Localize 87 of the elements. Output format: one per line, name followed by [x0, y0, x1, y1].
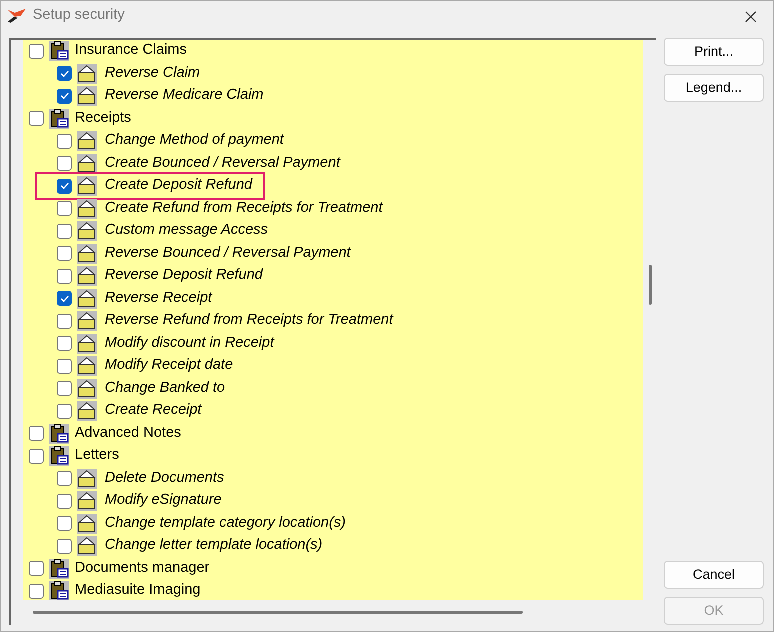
- tree-item[interactable]: Reverse Refund from Receipts for Treatment: [105, 310, 394, 332]
- tree-item[interactable]: Mediasuite Imaging: [75, 580, 201, 600]
- clipboard-icon: [49, 446, 69, 466]
- checkbox[interactable]: [57, 404, 72, 419]
- tree-item[interactable]: Advanced Notes: [75, 422, 182, 445]
- folder-icon: [77, 86, 97, 106]
- window-title: Setup security: [33, 6, 125, 26]
- checkbox[interactable]: [57, 88, 72, 104]
- clipboard-icon: [49, 41, 69, 62]
- tree-item[interactable]: Change template category location(s): [105, 512, 346, 535]
- folder-icon: [77, 491, 97, 512]
- checkbox[interactable]: [57, 66, 72, 82]
- folder-icon: [77, 334, 97, 354]
- checkbox[interactable]: [29, 561, 44, 576]
- folder-icon: [77, 64, 97, 84]
- folder-icon: [77, 536, 97, 556]
- checkbox[interactable]: [57, 156, 72, 172]
- folder-icon: [77, 198, 97, 219]
- tree-item[interactable]: Reverse Receipt: [105, 288, 212, 310]
- tree-item[interactable]: Letters: [75, 445, 120, 468]
- checkmark-icon: [60, 294, 70, 304]
- checkbox[interactable]: [29, 426, 44, 442]
- checkbox[interactable]: [29, 111, 44, 126]
- checkbox[interactable]: [57, 314, 72, 329]
- tree-item[interactable]: Change letter template location(s): [105, 535, 323, 558]
- checkbox[interactable]: [57, 134, 72, 149]
- folder-icon: [77, 401, 97, 422]
- checkbox[interactable]: [57, 201, 72, 216]
- checkbox[interactable]: [29, 44, 44, 59]
- checkmark-icon: [60, 181, 70, 192]
- horizontal-scrollbar-thumb[interactable]: [33, 611, 523, 614]
- folder-icon: [77, 356, 97, 376]
- folder-icon: [77, 311, 97, 332]
- checkbox[interactable]: [57, 494, 72, 509]
- close-icon: [745, 10, 757, 23]
- tree-item[interactable]: Create Deposit Refund: [105, 175, 252, 198]
- checkmark-icon: [60, 91, 70, 102]
- dialog-button[interactable]: Print...: [664, 38, 764, 66]
- tree-item[interactable]: Reverse Claim: [105, 62, 200, 85]
- clipboard-icon: [49, 108, 69, 129]
- tree-item[interactable]: Change Banked to: [105, 378, 226, 400]
- tree-item[interactable]: Create Refund from Receipts for Treatment: [105, 198, 383, 220]
- checkbox[interactable]: [57, 246, 72, 262]
- folder-icon: [77, 468, 97, 489]
- folder-icon: [77, 266, 97, 286]
- folder-icon: [77, 154, 97, 174]
- dialog-button[interactable]: Cancel: [664, 561, 764, 589]
- tree-item[interactable]: Create Bounced / Reversal Payment: [105, 152, 340, 175]
- checkbox[interactable]: [29, 448, 44, 464]
- tree-item[interactable]: Delete Documents: [105, 468, 224, 490]
- checkbox[interactable]: [57, 471, 72, 486]
- clipboard-icon: [49, 424, 69, 444]
- checkbox[interactable]: [57, 268, 72, 284]
- clipboard-icon: [49, 558, 69, 579]
- folder-icon: [77, 244, 97, 264]
- tree-item[interactable]: Receipts: [75, 108, 132, 130]
- tree-item[interactable]: Reverse Medicare Claim: [105, 85, 264, 108]
- checkbox[interactable]: [57, 224, 72, 239]
- checkbox[interactable]: [57, 538, 72, 554]
- vertical-scrollbar-thumb[interactable]: [649, 265, 652, 305]
- tree-item[interactable]: Insurance Claims: [75, 40, 188, 62]
- tree-item[interactable]: Reverse Bounced / Reversal Payment: [105, 242, 351, 265]
- clipboard-icon: [49, 581, 69, 600]
- app-logo-icon: [7, 8, 27, 24]
- dialog-button[interactable]: Legend...: [664, 74, 764, 102]
- checkbox[interactable]: [29, 584, 44, 599]
- tree-item[interactable]: Modify discount in Receipt: [105, 332, 274, 355]
- checkbox[interactable]: [57, 336, 72, 352]
- folder-icon: [77, 288, 97, 309]
- tree-item[interactable]: Documents manager: [75, 558, 210, 580]
- folder-icon: [77, 221, 97, 242]
- checkbox[interactable]: [57, 516, 72, 532]
- tree-item[interactable]: Change Method of payment: [105, 130, 284, 152]
- folder-icon: [77, 378, 97, 399]
- folder-icon: [77, 131, 97, 152]
- tree-item[interactable]: Modify eSignature: [105, 490, 222, 512]
- checkbox[interactable]: [57, 381, 72, 396]
- tree-item[interactable]: Create Receipt: [105, 400, 202, 422]
- checkbox[interactable]: [57, 291, 72, 306]
- tree-item[interactable]: Modify Receipt date: [105, 355, 234, 378]
- folder-icon: [77, 176, 97, 196]
- checkbox[interactable]: [57, 178, 72, 194]
- folder-icon: [77, 514, 97, 534]
- checkmark-icon: [60, 68, 70, 79]
- tree-item[interactable]: Reverse Deposit Refund: [105, 265, 263, 288]
- tree-item[interactable]: Custom message Access: [105, 220, 268, 242]
- checkbox[interactable]: [57, 358, 72, 374]
